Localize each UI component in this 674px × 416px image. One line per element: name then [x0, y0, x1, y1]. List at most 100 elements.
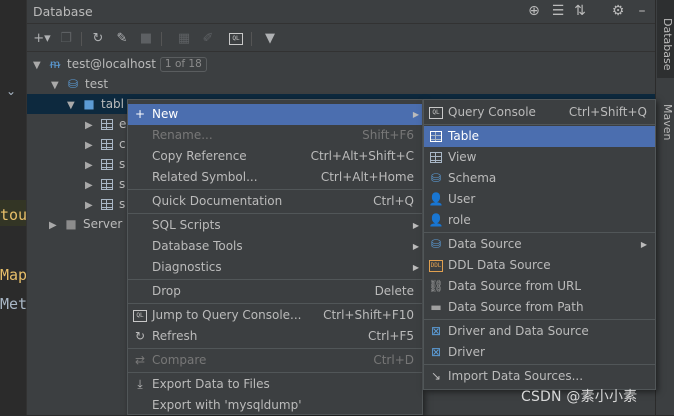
menu-item-sql-scripts[interactable]: SQL Scripts ▶	[128, 215, 422, 236]
editor-text-fragment: Met	[0, 295, 28, 313]
table-label: e	[119, 117, 127, 131]
table-icon	[99, 134, 115, 154]
tree-node-table[interactable]: ▶ s	[85, 174, 125, 194]
tree-node-schema[interactable]: ▼ ⛁ test	[51, 74, 108, 94]
tree-node-table[interactable]: ▶ e	[85, 114, 126, 134]
expanded-arrow-icon[interactable]: ▼	[67, 96, 81, 116]
tree-node-tables-folder[interactable]: ▼ ■ tabl	[67, 94, 124, 114]
fold-chevron-icon[interactable]: ⌄	[6, 84, 16, 98]
table-icon	[99, 154, 115, 174]
tree-node-table[interactable]: ▶ s	[85, 154, 125, 174]
console-icon: QL	[132, 307, 148, 324]
server-objects-label: Server	[83, 217, 123, 231]
schema-label: test	[85, 77, 109, 91]
menu-item-ddl-data-source[interactable]: DDL DDL Data Source	[424, 255, 655, 276]
database-stripe-tab[interactable]: Database	[657, 0, 674, 78]
menu-separator	[424, 232, 655, 233]
menu-item-quick-documentation[interactable]: Quick Documentation Ctrl+Q	[128, 191, 422, 212]
console-icon[interactable]: QL	[227, 30, 245, 48]
tree-node-table[interactable]: ▶ s	[85, 194, 125, 214]
user-icon: 👤	[428, 192, 444, 206]
hide-icon[interactable]: –	[633, 2, 651, 20]
tree-node-table[interactable]: ▶ c	[85, 134, 126, 154]
schema-icon: ⛁	[67, 77, 79, 91]
expand-all-icon[interactable]: ⇅	[571, 2, 589, 20]
folder-label: tabl	[101, 97, 125, 111]
tree-node-connection[interactable]: ▼ ᵯ test@localhost 1 of 18	[33, 54, 207, 74]
add-icon[interactable]: +▾	[33, 30, 51, 48]
collapsed-arrow-icon[interactable]: ▶	[85, 196, 99, 216]
menu-item-driver-and-data-source[interactable]: ⊠ Driver and Data Source	[424, 321, 655, 342]
context-menu: + New ▶ Rename... Shift+F6 Copy Referenc…	[127, 99, 423, 415]
mysql-icon: ᵯ	[50, 57, 60, 71]
duplicate-icon[interactable]: ❐	[57, 30, 75, 48]
expanded-arrow-icon[interactable]: ▼	[51, 76, 65, 96]
schema-sync-icon[interactable]: ✎	[113, 30, 131, 48]
menu-item-import-data-sources[interactable]: ↘ Import Data Sources...	[424, 366, 655, 387]
expanded-arrow-icon[interactable]: ▼	[33, 56, 47, 76]
menu-separator	[128, 279, 422, 280]
editor-text-fragment: tou	[0, 206, 28, 224]
filter-icon[interactable]: ▼	[261, 30, 279, 48]
collapsed-arrow-icon[interactable]: ▶	[85, 156, 99, 176]
stop-icon[interactable]: ■	[137, 30, 155, 48]
settings-icon[interactable]: ⚙	[609, 2, 627, 20]
menu-item-copy-reference[interactable]: Copy Reference Ctrl+Alt+Shift+C	[128, 146, 422, 167]
globe-icon[interactable]: ⊕	[525, 2, 543, 20]
refresh-icon: ↻	[134, 329, 146, 343]
menu-item-view[interactable]: View	[424, 147, 655, 168]
menu-item-table[interactable]: Table	[424, 126, 655, 147]
url-icon: ⛓	[428, 279, 444, 293]
table-icon	[428, 128, 444, 145]
collapsed-arrow-icon[interactable]: ▶	[85, 136, 99, 156]
toolbar-separator	[251, 32, 252, 46]
menu-item-refresh[interactable]: ↻ Refresh Ctrl+F5	[128, 326, 422, 347]
menu-item-database-tools[interactable]: Database Tools ▶	[128, 236, 422, 257]
collapsed-arrow-icon[interactable]: ▶	[49, 216, 63, 236]
menu-item-data-source[interactable]: ⛁ Data Source ▶	[424, 234, 655, 255]
menu-item-query-console[interactable]: QL Query Console Ctrl+Shift+Q	[424, 102, 655, 123]
tool-window-toolbar: +▾ ❐ ↻ ✎ ■ ▦ ✐ QL ▼	[27, 26, 656, 52]
role-icon: 👤	[428, 213, 444, 227]
menu-item-role[interactable]: 👤 role	[424, 210, 655, 231]
table-icon[interactable]: ▦	[175, 30, 193, 48]
menu-item-new[interactable]: + New ▶	[128, 104, 422, 125]
tree-node-server-objects[interactable]: ▶ ■ Server	[49, 214, 122, 234]
table-label: s	[119, 177, 126, 191]
table-label: s	[119, 157, 126, 171]
edit-icon[interactable]: ✐	[199, 30, 217, 48]
menu-item-user[interactable]: 👤 User	[424, 189, 655, 210]
folder-icon: ■	[83, 97, 95, 111]
menu-item-jump-to-console[interactable]: QL Jump to Query Console... Ctrl+Shift+F…	[128, 305, 422, 326]
menu-item-export-data[interactable]: ⤓ Export Data to Files	[128, 374, 422, 395]
menu-item-data-source-url[interactable]: ⛓ Data Source from URL	[424, 276, 655, 297]
driver-icon: ⊠	[430, 345, 442, 359]
menu-item-data-source-path[interactable]: ▬ Data Source from Path	[424, 297, 655, 318]
menu-item-drop[interactable]: Drop Delete	[128, 281, 422, 302]
menu-separator	[128, 303, 422, 304]
menu-item-export-mysqldump[interactable]: Export with 'mysqldump'	[128, 395, 422, 416]
right-tool-stripe: Database Maven	[655, 0, 674, 415]
menu-item-schema[interactable]: ⛁ Schema	[424, 168, 655, 189]
collapse-all-icon[interactable]: ☰	[549, 2, 567, 20]
collapsed-arrow-icon[interactable]: ▶	[85, 176, 99, 196]
schema-icon: ⛁	[430, 171, 442, 185]
menu-item-diagnostics[interactable]: Diagnostics ▶	[128, 257, 422, 278]
maven-stripe-tab[interactable]: Maven	[657, 92, 674, 152]
collapsed-arrow-icon[interactable]: ▶	[85, 116, 99, 136]
export-icon: ⤓	[137, 377, 143, 391]
path-icon: ▬	[430, 300, 442, 314]
menu-item-driver[interactable]: ⊠ Driver	[424, 342, 655, 363]
refresh-icon[interactable]: ↻	[89, 30, 107, 48]
table-icon	[99, 194, 115, 214]
compare-icon: ⇄	[134, 353, 146, 367]
tool-window-header: Database ⊕ ☰ ⇅ ⚙ –	[27, 0, 656, 24]
new-submenu: QL Query Console Ctrl+Shift+Q Table View…	[423, 99, 656, 390]
submenu-arrow-icon: ▶	[412, 110, 419, 119]
console-icon: QL	[428, 104, 444, 121]
menu-item-rename[interactable]: Rename... Shift+F6	[128, 125, 422, 146]
menu-item-related-symbol[interactable]: Related Symbol... Ctrl+Alt+Home	[128, 167, 422, 188]
menu-item-compare[interactable]: ⇄ Compare Ctrl+D	[128, 350, 422, 371]
table-label: s	[119, 197, 126, 211]
submenu-arrow-icon: ▶	[412, 221, 419, 230]
